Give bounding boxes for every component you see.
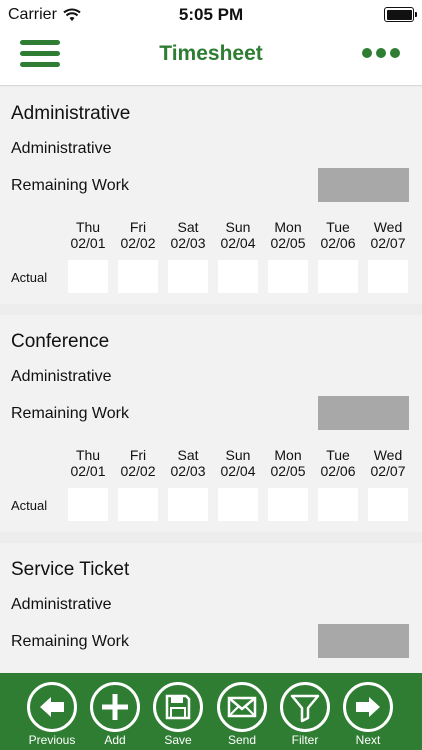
- day-header: Sat 02/03: [170, 447, 206, 479]
- filter-label: Filter: [291, 733, 319, 747]
- more-options-icon[interactable]: [362, 48, 400, 60]
- send-button[interactable]: Send: [217, 682, 267, 747]
- day-header: Tue 02/06: [320, 447, 356, 479]
- save-button[interactable]: Save: [153, 682, 203, 747]
- status-bar: Carrier 5:05 PM: [0, 0, 422, 30]
- day-header: Sun 02/04: [220, 219, 256, 251]
- remaining-work-field[interactable]: [318, 624, 409, 658]
- remaining-work-field[interactable]: [318, 168, 409, 202]
- clock: 5:05 PM: [178, 5, 244, 24]
- actual-hours-input[interactable]: [368, 260, 408, 293]
- add-button[interactable]: Add: [90, 682, 140, 747]
- battery-icon: [384, 7, 417, 22]
- actual-hours-input[interactable]: [318, 260, 358, 293]
- actual-label: Actual: [11, 270, 48, 285]
- remaining-work-label: Remaining Work: [11, 633, 129, 650]
- bottom-toolbar: Previous Add Save Send Filter Next: [0, 673, 422, 750]
- nav-bar: Timesheet: [0, 30, 422, 86]
- actual-label: Actual: [11, 498, 48, 513]
- day-header: Mon 02/05: [270, 219, 306, 251]
- actual-hours-input[interactable]: [168, 260, 208, 293]
- task-category: Administrative: [11, 140, 112, 157]
- actual-hours-input[interactable]: [368, 488, 408, 521]
- filter-button[interactable]: Filter: [280, 682, 330, 747]
- day-header: Mon 02/05: [270, 447, 306, 479]
- actual-hours-input[interactable]: [218, 260, 258, 293]
- actual-hours-input[interactable]: [118, 488, 158, 521]
- day-header: Wed 02/07: [370, 219, 406, 251]
- floppy-disk-icon: [165, 694, 191, 720]
- timesheet-list[interactable]: Administrative Administrative Remaining …: [0, 87, 422, 673]
- task-name: Administrative: [11, 103, 131, 124]
- actual-hours-input[interactable]: [318, 488, 358, 521]
- task-name: Service Ticket: [11, 559, 130, 580]
- remaining-work-field[interactable]: [318, 396, 409, 430]
- filter-funnel-icon: [290, 694, 320, 723]
- send-label: Send: [227, 733, 257, 747]
- day-header: Sun 02/04: [220, 447, 256, 479]
- day-header: Thu 02/01: [70, 447, 106, 479]
- day-header: Thu 02/01: [70, 219, 106, 251]
- actual-hours-input[interactable]: [118, 260, 158, 293]
- actual-hours-input[interactable]: [68, 488, 108, 521]
- actual-hours-input[interactable]: [268, 260, 308, 293]
- actual-hours-input[interactable]: [218, 488, 258, 521]
- day-header: Fri 02/02: [120, 447, 156, 479]
- day-header: Sat 02/03: [170, 219, 206, 251]
- page-title: Timesheet: [159, 42, 263, 65]
- arrow-right-icon: [356, 697, 380, 717]
- actual-hours-input[interactable]: [268, 488, 308, 521]
- remaining-work-label: Remaining Work: [11, 405, 129, 422]
- timesheet-card: Service Ticket Administrative Remaining …: [0, 543, 422, 673]
- previous-button[interactable]: Previous: [27, 682, 77, 747]
- day-header: Fri 02/02: [120, 219, 156, 251]
- save-label: Save: [164, 733, 192, 747]
- next-label: Next: [355, 733, 381, 747]
- actual-hours-input[interactable]: [68, 260, 108, 293]
- task-name: Conference: [11, 331, 110, 352]
- day-header: Tue 02/06: [320, 219, 356, 251]
- previous-label: Previous: [28, 733, 76, 747]
- remaining-work-label: Remaining Work: [11, 177, 129, 194]
- task-category: Administrative: [11, 596, 112, 613]
- add-label: Add: [104, 733, 126, 747]
- arrow-left-icon: [40, 697, 64, 717]
- actual-hours-input[interactable]: [168, 488, 208, 521]
- envelope-icon: [227, 696, 257, 718]
- day-header: Wed 02/07: [370, 447, 406, 479]
- plus-icon: [102, 694, 128, 720]
- timesheet-card: Conference Administrative Remaining Work…: [0, 315, 422, 532]
- task-category: Administrative: [11, 368, 112, 385]
- timesheet-card: Administrative Administrative Remaining …: [0, 87, 422, 304]
- next-button[interactable]: Next: [343, 682, 393, 747]
